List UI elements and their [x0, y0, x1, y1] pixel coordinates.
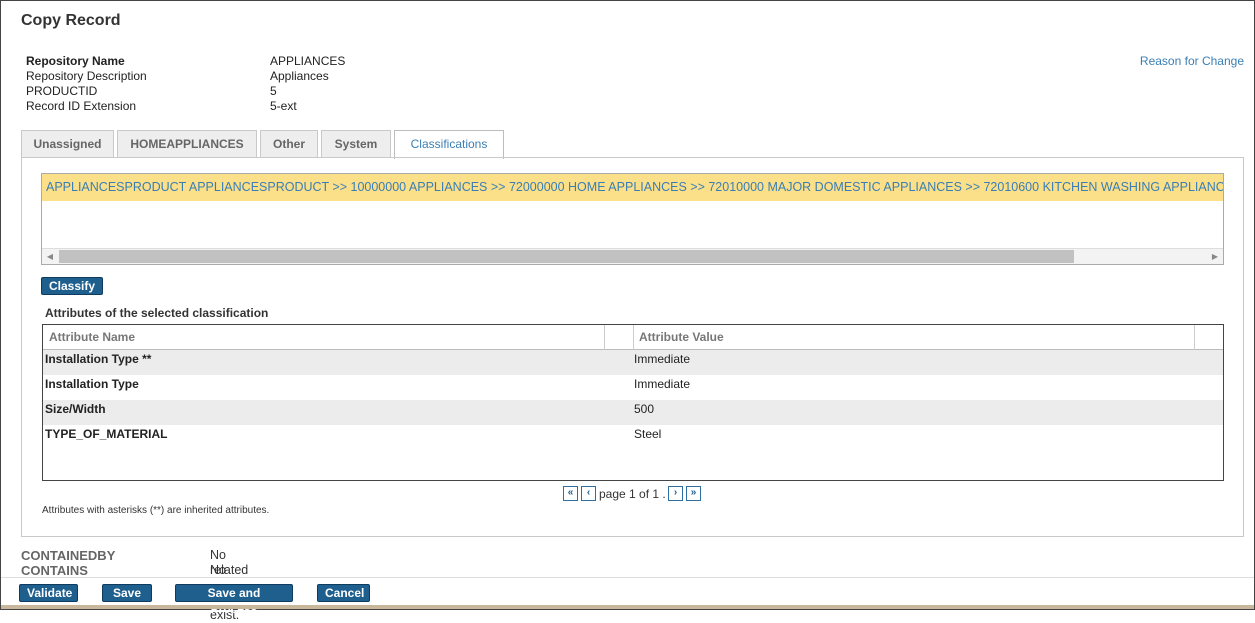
validate-button[interactable]: Validate — [19, 584, 78, 602]
info-label: Repository Name — [26, 54, 125, 68]
info-value: 5-ext — [270, 99, 297, 113]
pager-text: page 1 of 1 . — [599, 487, 666, 501]
attribute-value: Steel — [634, 427, 662, 441]
tab-system[interactable]: System — [321, 130, 391, 158]
attribute-value: 500 — [634, 402, 655, 416]
column-header-attribute-name[interactable]: Attribute Name — [49, 330, 135, 344]
column-divider — [604, 325, 605, 350]
attribute-name: Size/Width — [45, 402, 106, 416]
next-page-icon[interactable]: › — [668, 486, 683, 501]
previous-page-icon[interactable]: ‹ — [581, 486, 596, 501]
save-and-process-button[interactable]: Save and Process — [175, 584, 293, 616]
reason-for-change-link[interactable]: Reason for Change — [1140, 54, 1244, 68]
info-value: APPLIANCES — [270, 54, 346, 68]
relation-label: CONTAINS — [21, 563, 88, 578]
column-divider — [633, 325, 634, 350]
table-row[interactable]: Installation Type Immediate — [43, 375, 1223, 400]
last-page-icon[interactable]: » — [686, 486, 701, 501]
table-row[interactable]: Size/Width 500 — [43, 400, 1223, 425]
column-divider — [1194, 325, 1195, 350]
scroll-right-icon[interactable]: ▶ — [1207, 249, 1223, 264]
tab-unassigned[interactable]: Unassigned — [21, 130, 114, 158]
attribute-name: TYPE_OF_MATERIAL — [45, 427, 168, 441]
attribute-value: Immediate — [634, 352, 691, 366]
attribute-name: Installation Type — [45, 377, 139, 391]
info-label: Record ID Extension — [26, 99, 137, 113]
classifications-panel: APPLIANCESPRODUCT APPLIANCESPRODUCT >> 1… — [21, 157, 1244, 537]
action-footer: Validate Save Save and Process Cancel — [1, 577, 1254, 616]
tab-homeappliances[interactable]: HOMEAPPLIANCES — [117, 130, 257, 158]
tab-other[interactable]: Other — [260, 130, 318, 158]
table-header: Attribute Name Attribute Value — [43, 325, 1223, 350]
classify-button[interactable]: Classify — [41, 277, 104, 295]
table-row[interactable]: Installation Type ** Immediate — [43, 350, 1223, 375]
page-title: Copy Record — [21, 12, 121, 29]
inherited-attributes-note: Attributes with asterisks (**) are inher… — [42, 505, 270, 516]
horizontal-scrollbar[interactable]: ◀ ▶ — [42, 248, 1223, 264]
attributes-table: Attribute Name Attribute Value Installat… — [42, 324, 1224, 481]
attribute-value: Immediate — [634, 377, 691, 391]
save-button[interactable]: Save — [102, 584, 152, 602]
info-label: PRODUCTID — [26, 84, 98, 98]
info-label: Repository Description — [26, 69, 147, 83]
cancel-button[interactable]: Cancel — [317, 584, 370, 602]
classification-path-row[interactable]: APPLIANCESPRODUCT APPLIANCESPRODUCT >> 1… — [42, 174, 1223, 201]
first-page-icon[interactable]: « — [563, 486, 578, 501]
classification-list: APPLIANCESPRODUCT APPLIANCESPRODUCT >> 1… — [41, 173, 1224, 265]
relation-label: CONTAINEDBY — [21, 548, 116, 563]
scroll-left-icon[interactable]: ◀ — [42, 249, 58, 264]
footer-divider — [1, 605, 1254, 609]
table-row[interactable]: TYPE_OF_MATERIAL Steel — [43, 425, 1223, 450]
info-value: Appliances — [270, 69, 329, 83]
column-header-attribute-value[interactable]: Attribute Value — [639, 330, 724, 344]
attribute-name: Installation Type ** — [45, 352, 152, 366]
info-value: 5 — [270, 84, 277, 98]
tab-classifications[interactable]: Classifications — [394, 130, 504, 159]
scrollbar-thumb[interactable] — [59, 250, 1074, 263]
attributes-title: Attributes of the selected classificatio… — [45, 306, 269, 320]
